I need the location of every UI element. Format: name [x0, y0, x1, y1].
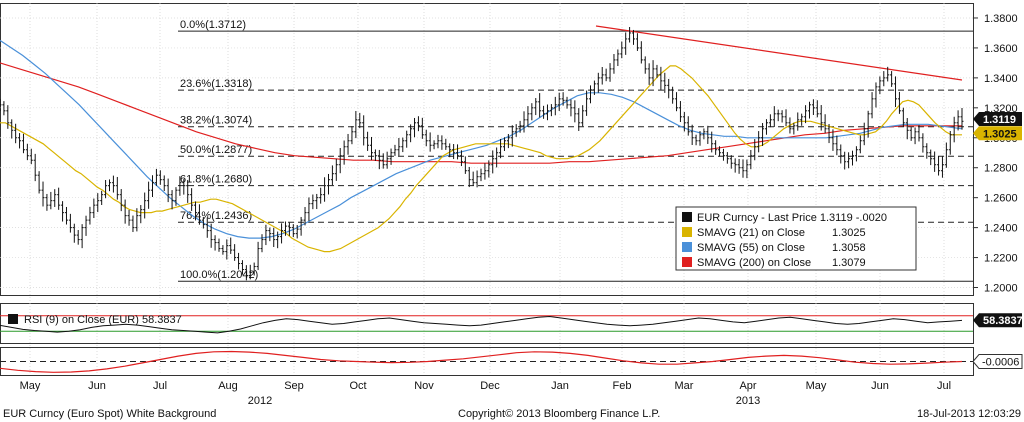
fib-label-1: 23.6%(1.3318)	[180, 78, 252, 90]
fib-label-2: 38.2%(1.3074)	[180, 115, 252, 127]
last-price-tag: 1.3119	[983, 114, 1016, 126]
x-month-label-8: Jan	[551, 380, 569, 392]
y-tick-label-7: 1.2400	[984, 223, 1018, 235]
legend-value-sma55: 1.3058	[832, 242, 866, 254]
legend-item-sma21: SMAVG (21) on Close	[697, 227, 805, 239]
x-year-label-1: 2013	[736, 395, 760, 407]
legend-value-sma21: 1.3025	[832, 227, 866, 239]
legend-item-sma200: SMAVG (200) on Close	[697, 257, 811, 269]
fib-label-0: 0.0%(1.3712)	[180, 19, 246, 31]
x-year-label-0: 2012	[248, 395, 272, 407]
y-tick-label-6: 1.2600	[984, 193, 1018, 205]
x-month-label-9: Feb	[613, 380, 632, 392]
price-y-axis: 1.38001.36001.34001.32001.30001.28001.26…	[973, 13, 1018, 295]
x-month-label-7: Dec	[480, 380, 500, 392]
x-month-label-4: Sep	[284, 380, 304, 392]
legend-marker-title	[682, 212, 692, 222]
fib-label-4: 61.8%(1.2680)	[180, 174, 252, 186]
legend: EUR Curncy - Last Price 1.3119 -.0020 SM…	[675, 206, 917, 271]
legend-item-sma55: SMAVG (55) on Close	[697, 242, 805, 254]
legend-marker-sma21	[682, 227, 692, 237]
x-month-label-6: Nov	[414, 380, 434, 392]
legend-title: EUR Curncy - Last Price 1.3119 -.0020	[697, 212, 887, 224]
y-tick-label-5: 1.2800	[984, 163, 1018, 175]
footer-center: Copyright© 2013 Bloomberg Finance L.P.	[458, 408, 660, 420]
x-month-label-11: Apr	[739, 380, 756, 392]
osc-tag: -0.0006	[982, 357, 1019, 369]
y-tick-label-1: 1.3600	[984, 43, 1018, 55]
legend-value-sma200: 1.3079	[832, 257, 866, 269]
x-month-label-10: Mar	[675, 380, 694, 392]
x-axis: May Jun Jul Aug Sep Oct Nov Dec Jan Feb Mar Apr May J…	[20, 380, 951, 407]
x-month-label-2: Jul	[153, 380, 167, 392]
footer-left: EUR Curncy (Euro Spot) White Background	[3, 408, 216, 420]
legend-marker-sma200	[682, 257, 692, 267]
x-month-label-13: Jun	[871, 380, 889, 392]
fib-label-3: 50.0%(1.2877)	[180, 144, 252, 156]
osc-panel-frame	[0, 347, 974, 376]
rsi-label-marker	[8, 314, 18, 324]
legend-marker-sma55	[682, 242, 692, 252]
chart: 0.0%(1.3712) 23.6%(1.3318) 38.2%(1.3074) 50…	[0, 3, 1023, 420]
price-tags: 1.3119 1.3025	[973, 112, 1022, 141]
y-tick-label-0: 1.3800	[984, 13, 1018, 25]
sma21-tag: 1.3025	[983, 128, 1017, 140]
x-month-label-3: Aug	[218, 380, 238, 392]
y-tick-label-8: 1.2200	[984, 253, 1018, 265]
y-tick-label-2: 1.3400	[984, 73, 1018, 85]
fib-label-5: 76.4%(1.2436)	[180, 210, 252, 222]
x-month-label-1: Jun	[88, 380, 106, 392]
x-month-label-5: Oct	[349, 380, 366, 392]
rsi-tag: 58.3837	[983, 315, 1023, 327]
footer-right: 18-Jul-2013 12:03:29	[917, 408, 1021, 420]
y-tick-label-9: 1.2000	[984, 283, 1018, 295]
rsi-label: RSI (9) on Close (EUR) 58.3837	[24, 314, 182, 326]
x-month-label-12: May	[806, 380, 827, 392]
x-month-label-14: Jul	[937, 380, 951, 392]
x-month-label-0: May	[20, 380, 41, 392]
